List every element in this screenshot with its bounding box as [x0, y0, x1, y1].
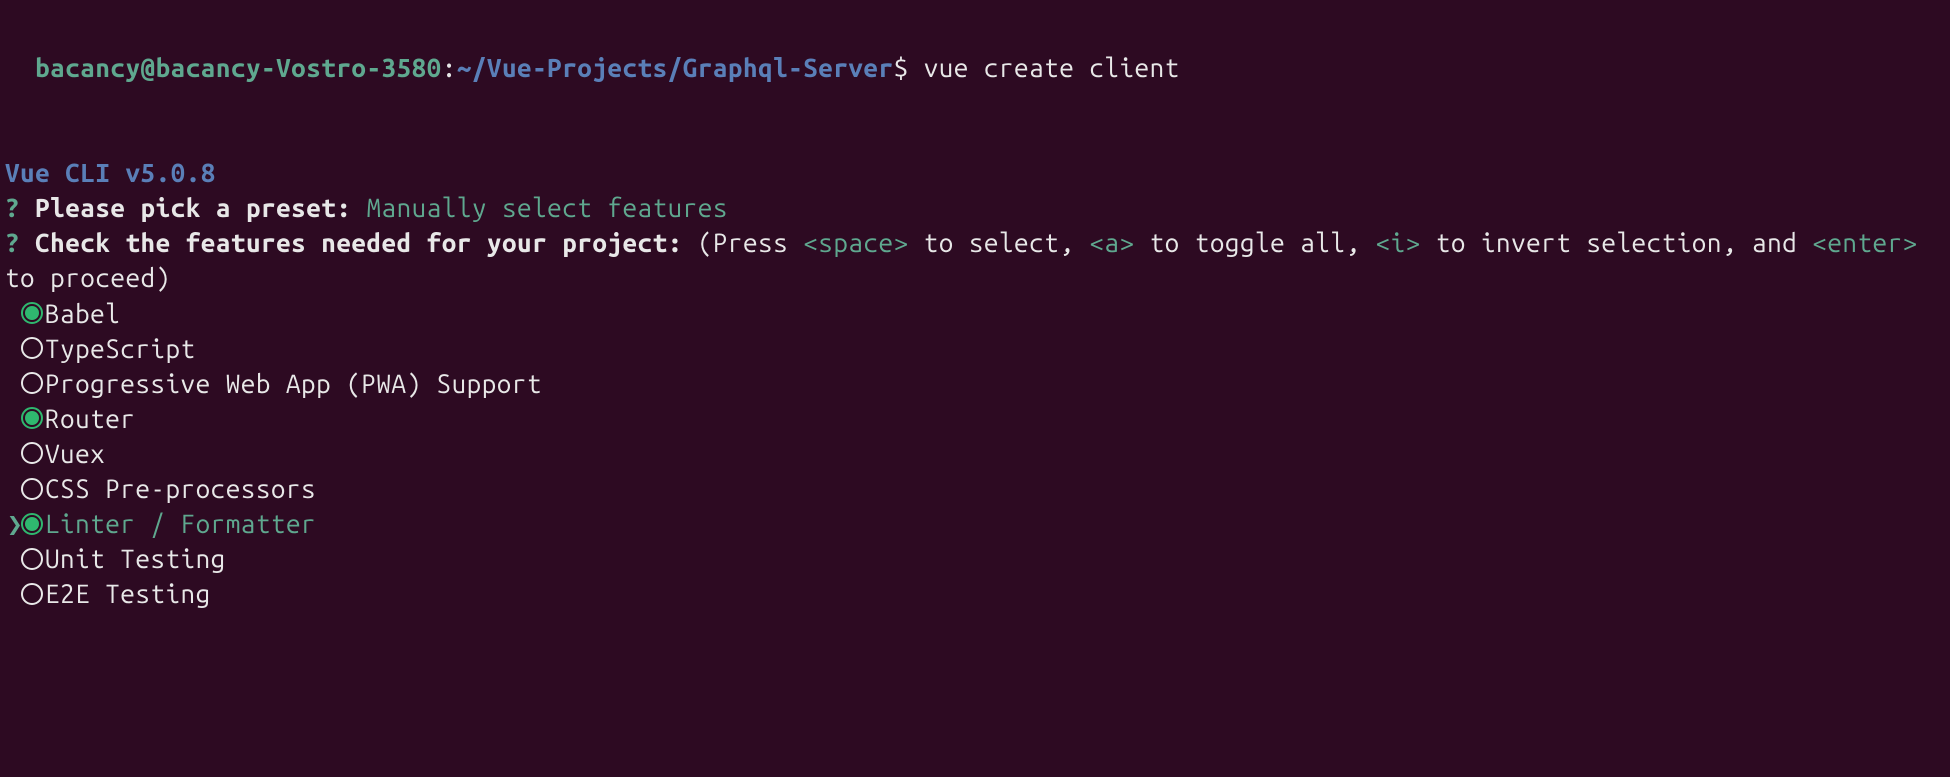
feature-row[interactable]: Unit Testing: [5, 541, 1945, 576]
feature-row[interactable]: Babel: [5, 296, 1945, 331]
feature-label: Linter / Formatter: [45, 506, 316, 541]
hint-text: to toggle all,: [1135, 228, 1376, 257]
feature-row[interactable]: Router: [5, 401, 1945, 436]
feature-label: CSS Pre-processors: [45, 471, 316, 506]
prompt-colon: :: [442, 53, 457, 82]
feature-row[interactable]: TypeScript: [5, 331, 1945, 366]
spacer: [5, 85, 1945, 155]
feature-label: Vuex: [45, 436, 105, 471]
features-question-line: ? Check the features needed for your pro…: [5, 225, 1945, 295]
user-host: bacancy@bacancy-Vostro-3580: [35, 53, 442, 82]
feature-row[interactable]: Vuex: [5, 436, 1945, 471]
preset-question-line: ? Please pick a preset: Manually select …: [5, 190, 1945, 225]
preset-answer: Manually select features: [366, 193, 727, 222]
hint-text: to proceed): [5, 263, 171, 292]
radio-selected-icon[interactable]: [21, 513, 43, 535]
feature-line[interactable]: Babel: [5, 296, 1945, 331]
feature-label: Progressive Web App (PWA) Support: [45, 366, 542, 401]
question-mark-icon: ?: [5, 228, 20, 257]
preset-question: Please pick a preset:: [35, 193, 351, 222]
radio-unselected-icon[interactable]: [21, 442, 43, 464]
radio-unselected-icon[interactable]: [21, 337, 43, 359]
feature-line[interactable]: Router: [5, 401, 1945, 436]
entered-command[interactable]: vue create client: [924, 53, 1180, 82]
question-mark-icon: ?: [5, 193, 20, 222]
radio-selected-icon[interactable]: [21, 407, 43, 429]
key-hint-a: <a>: [1089, 228, 1134, 257]
feature-row[interactable]: CSS Pre-processors: [5, 471, 1945, 506]
feature-line[interactable]: Progressive Web App (PWA) Support: [5, 366, 1945, 401]
feature-label: TypeScript: [45, 331, 196, 366]
feature-label: Unit Testing: [45, 541, 226, 576]
feature-label: Router: [45, 401, 135, 436]
feature-line[interactable]: Vuex: [5, 436, 1945, 471]
feature-line[interactable]: Linter / Formatter: [5, 506, 1945, 541]
features-list[interactable]: BabelTypeScriptProgressive Web App (PWA)…: [5, 296, 1945, 612]
feature-line[interactable]: E2E Testing: [5, 576, 1945, 611]
radio-unselected-icon[interactable]: [21, 548, 43, 570]
cli-version: Vue CLI v5.0.8: [5, 155, 1945, 190]
key-hint-i: <i>: [1376, 228, 1421, 257]
key-hint-enter: <enter>: [1812, 228, 1917, 257]
key-hint-space: <space>: [803, 228, 908, 257]
radio-unselected-icon[interactable]: [21, 372, 43, 394]
feature-line[interactable]: Unit Testing: [5, 541, 1945, 576]
current-path: ~/Vue-Projects/Graphql-Server: [457, 53, 894, 82]
feature-row[interactable]: Progressive Web App (PWA) Support: [5, 366, 1945, 401]
radio-unselected-icon[interactable]: [21, 583, 43, 605]
feature-label: E2E Testing: [45, 576, 211, 611]
feature-line[interactable]: CSS Pre-processors: [5, 471, 1945, 506]
hint-text: to invert selection, and: [1421, 228, 1813, 257]
radio-unselected-icon[interactable]: [21, 478, 43, 500]
hint-text: (Press: [698, 228, 803, 257]
feature-row[interactable]: E2E Testing: [5, 576, 1945, 611]
feature-line[interactable]: TypeScript: [5, 331, 1945, 366]
radio-selected-icon[interactable]: [21, 302, 43, 324]
hint-text: to select,: [909, 228, 1090, 257]
feature-label: Babel: [45, 296, 120, 331]
features-question: Check the features needed for your proje…: [35, 228, 683, 257]
terminal-prompt-line: bacancy@bacancy-Vostro-3580:~/Vue-Projec…: [5, 15, 1945, 85]
prompt-dollar: $: [894, 53, 909, 82]
feature-row[interactable]: ❯Linter / Formatter: [5, 506, 1945, 541]
